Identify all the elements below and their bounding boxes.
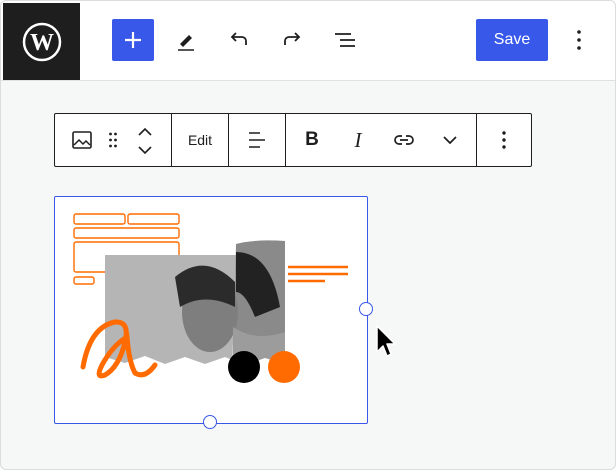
- add-block-button[interactable]: [112, 19, 154, 61]
- link-icon: [394, 135, 414, 145]
- toolbar-divider: [285, 114, 286, 166]
- editor-top-bar: W Save: [1, 1, 615, 81]
- save-button[interactable]: Save: [476, 19, 548, 61]
- move-down-button[interactable]: [133, 138, 157, 162]
- block-toolbar: Edit B I: [54, 113, 532, 167]
- wordpress-logo-icon: W: [22, 22, 61, 61]
- chevron-down-icon: [443, 136, 457, 145]
- options-button[interactable]: [558, 19, 600, 61]
- undo-button[interactable]: [218, 19, 260, 61]
- image-block[interactable]: [54, 196, 368, 424]
- vertical-dots-icon: [577, 30, 581, 50]
- drag-handle[interactable]: [103, 114, 123, 166]
- wordpress-logo[interactable]: W: [3, 3, 80, 80]
- image-icon: [72, 131, 92, 149]
- tools-button[interactable]: [165, 19, 207, 61]
- link-button[interactable]: [382, 114, 426, 166]
- align-button[interactable]: [229, 114, 285, 166]
- vertical-dots-icon: [502, 131, 506, 149]
- move-down-icon: [138, 146, 152, 155]
- block-type-button[interactable]: [65, 114, 99, 166]
- italic-icon: I: [354, 127, 362, 152]
- move-up-icon: [138, 127, 152, 136]
- bold-icon: B: [305, 129, 319, 150]
- bold-button[interactable]: B: [290, 114, 334, 166]
- pencil-icon: [178, 35, 194, 51]
- edit-label: Edit: [187, 132, 213, 148]
- list-view-button[interactable]: [324, 19, 366, 61]
- mouse-cursor-icon: [376, 325, 396, 357]
- drag-handle-icon: [109, 132, 117, 148]
- undo-icon: [230, 32, 247, 45]
- svg-text:W: W: [30, 30, 54, 56]
- redo-icon: [284, 32, 301, 45]
- redo-button[interactable]: [271, 19, 313, 61]
- collage-illustration: [73, 213, 348, 383]
- resize-handle-bottom[interactable]: [203, 415, 217, 429]
- align-icon: [249, 132, 265, 148]
- editor-frame: W Save Edit B I: [0, 0, 616, 470]
- plus-icon: [125, 32, 141, 48]
- italic-button[interactable]: I: [336, 114, 380, 166]
- list-view-icon: [335, 33, 355, 47]
- edit-button[interactable]: Edit: [172, 114, 228, 166]
- more-formatting-button[interactable]: [428, 114, 472, 166]
- resize-handle-right[interactable]: [359, 302, 373, 316]
- block-options-button[interactable]: [477, 114, 531, 166]
